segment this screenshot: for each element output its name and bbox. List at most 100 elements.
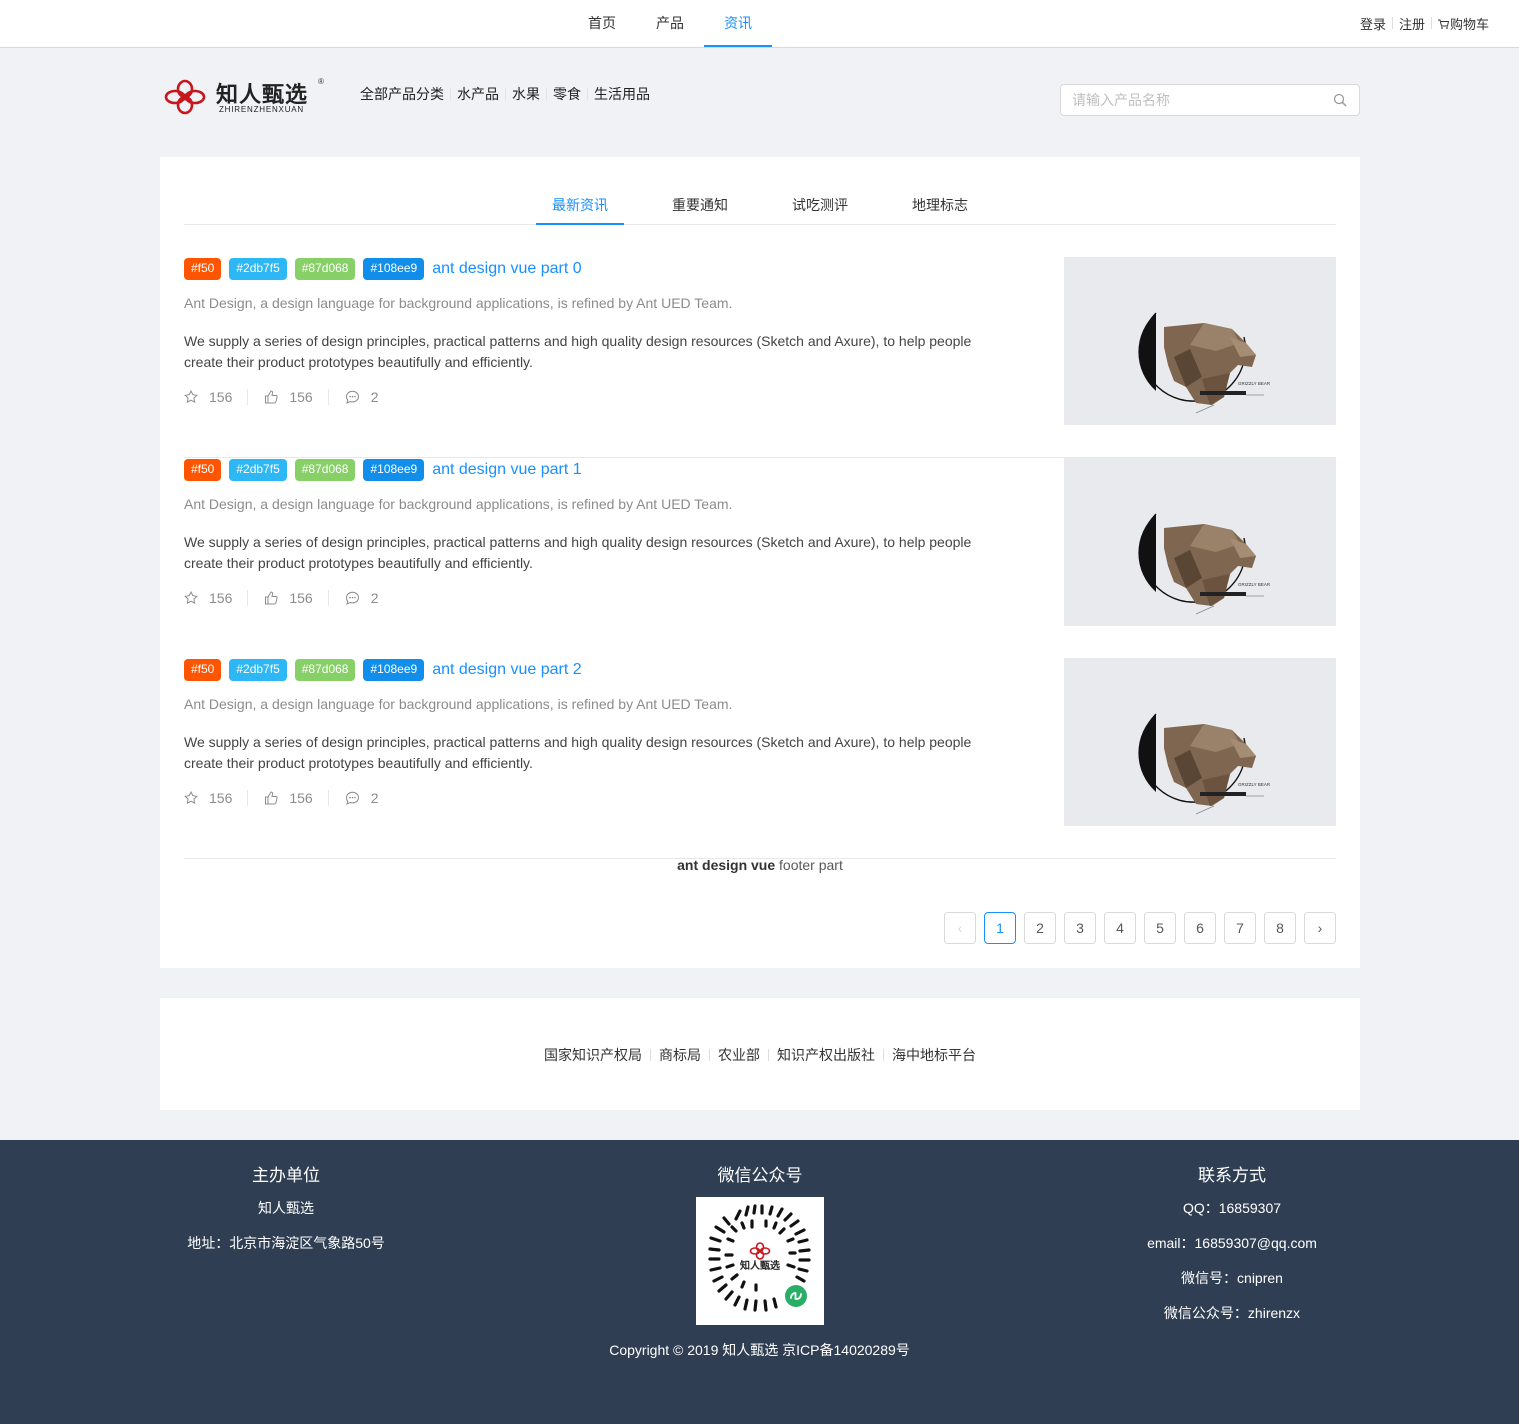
category-snacks[interactable]: 零食: [547, 84, 587, 104]
page-3[interactable]: 3: [1064, 912, 1096, 944]
article-title-link[interactable]: ant design vue part 1: [432, 461, 581, 479]
link-cnipa[interactable]: 国家知识产权局: [536, 1045, 650, 1065]
bear-caption: GRIZZLY BEAR: [1238, 381, 1271, 386]
article-actions: 156 156 2: [184, 590, 394, 606]
star-count: 156: [209, 790, 233, 806]
like-action[interactable]: 156: [247, 790, 327, 806]
article-description: Ant Design, a design language for backgr…: [184, 295, 733, 311]
comment-count: 2: [370, 790, 379, 806]
grizzly-bear-illustration: GRIZZLY BEAR: [1138, 513, 1271, 615]
star-action[interactable]: 156: [184, 389, 247, 405]
top-nav-products[interactable]: 产品: [636, 0, 704, 47]
page-5[interactable]: 5: [1144, 912, 1176, 944]
category-nav: 全部产品分类 水产品 水果 零食 生活用品: [354, 84, 656, 104]
contact-wechat-id: 微信号：cnipren: [1181, 1270, 1283, 1286]
like-icon: [265, 390, 279, 404]
brand-logo[interactable]: 知人甄选 ® ZHIRENZHENXUAN: [163, 75, 324, 115]
star-action[interactable]: 156: [184, 590, 247, 606]
like-action[interactable]: 156: [247, 590, 327, 606]
article-image[interactable]: GRIZZLY BEAR: [1064, 458, 1336, 626]
comment-icon: [345, 591, 359, 605]
page-2[interactable]: 2: [1024, 912, 1056, 944]
article-image[interactable]: GRIZZLY BEAR: [1064, 257, 1336, 425]
top-nav-news[interactable]: 资讯: [704, 0, 772, 47]
site-footer: 主办单位 知人甄选 地址：北京市海淀区气象路50号 微信公众号 知人甄选 联系方…: [0, 1140, 1519, 1424]
article-description: Ant Design, a design language for backgr…: [184, 696, 733, 712]
chevron-right-icon: ›: [1317, 920, 1323, 936]
cart-icon: [1437, 19, 1449, 29]
article-actions: 156 156 2: [184, 389, 394, 405]
tag-87d068: #87d068: [294, 258, 356, 280]
wechat-heading: 微信公众号: [717, 1166, 803, 1185]
tab-reviews[interactable]: 试吃测评: [792, 185, 848, 225]
link-geo-platform[interactable]: 海中地标平台: [884, 1045, 984, 1065]
article-title-row: #f50 #2db7f5 #87d068 #108ee9 ant design …: [184, 257, 582, 281]
login-link[interactable]: 登录: [1354, 14, 1392, 33]
article-item: #f50 #2db7f5 #87d068 #108ee9 ant design …: [184, 658, 1336, 859]
contact-heading: 联系方式: [1198, 1166, 1266, 1185]
article-item: #f50 #2db7f5 #87d068 #108ee9 ant design …: [184, 458, 1336, 659]
tag-108ee9: #108ee9: [363, 659, 425, 681]
article-item: #f50 #2db7f5 #87d068 #108ee9 ant design …: [184, 257, 1336, 458]
star-action[interactable]: 156: [184, 790, 247, 806]
comment-action[interactable]: 2: [327, 590, 394, 606]
category-all[interactable]: 全部产品分类: [354, 84, 450, 104]
category-seafood[interactable]: 水产品: [451, 84, 505, 104]
comment-icon: [345, 390, 359, 404]
list-footer: ant design vue footer part: [160, 857, 1360, 873]
friend-links-row: 国家知识产权局 商标局 农业部 知识产权出版社 海中地标平台: [160, 1045, 1360, 1065]
organizer-name: 知人甄选: [258, 1200, 314, 1216]
comment-count: 2: [370, 389, 379, 405]
article-image[interactable]: GRIZZLY BEAR: [1064, 658, 1336, 826]
link-trademark-office[interactable]: 商标局: [651, 1045, 709, 1065]
page-4[interactable]: 4: [1104, 912, 1136, 944]
comment-count: 2: [370, 590, 379, 606]
search-icon[interactable]: [1333, 93, 1347, 107]
register-link[interactable]: 注册: [1393, 14, 1431, 33]
link-ip-publishing[interactable]: 知识产权出版社: [769, 1045, 883, 1065]
like-icon: [265, 591, 279, 605]
star-icon: [184, 791, 198, 805]
tag-2db7f5: #2db7f5: [229, 459, 287, 481]
page-8[interactable]: 8: [1264, 912, 1296, 944]
article-title-link[interactable]: ant design vue part 2: [432, 661, 581, 679]
comment-icon: [345, 791, 359, 805]
comment-action[interactable]: 2: [327, 790, 394, 806]
chevron-left-icon: ‹: [957, 920, 963, 936]
page-1[interactable]: 1: [984, 912, 1016, 944]
like-count: 156: [289, 389, 313, 405]
article-content: We supply a series of design principles,…: [184, 534, 972, 571]
comment-action[interactable]: 2: [327, 389, 394, 405]
cart-link[interactable]: 购物车: [1432, 14, 1495, 33]
organizer-section: 主办单位 知人甄选 地址：北京市海淀区气象路50号: [166, 1166, 406, 1253]
page-6[interactable]: 6: [1184, 912, 1216, 944]
tab-notices[interactable]: 重要通知: [672, 185, 728, 225]
tag-2db7f5: #2db7f5: [229, 659, 287, 681]
next-page-button[interactable]: ›: [1304, 912, 1336, 944]
category-daily-goods[interactable]: 生活用品: [588, 84, 656, 104]
page-7[interactable]: 7: [1224, 912, 1256, 944]
star-count: 156: [209, 389, 233, 405]
article-title-link[interactable]: ant design vue part 0: [432, 260, 581, 278]
search-input[interactable]: [1061, 85, 1321, 115]
wechat-section: 微信公众号: [640, 1166, 880, 1186]
wechat-qr-code: 知人甄选: [696, 1197, 824, 1325]
tag-2db7f5: #2db7f5: [229, 258, 287, 280]
prev-page-button[interactable]: ‹: [944, 912, 976, 944]
news-tabs: 最新资讯 重要通知 试吃测评 地理标志: [184, 185, 1336, 225]
top-nav-home[interactable]: 首页: [568, 0, 636, 47]
article-title-row: #f50 #2db7f5 #87d068 #108ee9 ant design …: [184, 458, 582, 482]
tag-108ee9: #108ee9: [363, 258, 425, 280]
tag-f50: #f50: [184, 659, 222, 681]
list-footer-bold: ant design vue: [677, 857, 776, 873]
category-fruit[interactable]: 水果: [506, 84, 546, 104]
like-icon: [265, 791, 279, 805]
tab-latest-news[interactable]: 最新资讯: [536, 185, 624, 225]
link-agriculture-ministry[interactable]: 农业部: [710, 1045, 768, 1065]
tab-geo-marks[interactable]: 地理标志: [912, 185, 968, 225]
friend-links: 国家知识产权局 商标局 农业部 知识产权出版社 海中地标平台: [160, 998, 1360, 1110]
brand-name-en: ZHIRENZHENXUAN: [219, 105, 304, 114]
star-icon: [184, 390, 198, 404]
like-action[interactable]: 156: [247, 389, 327, 405]
contact-wechat-public: 微信公众号：zhirenzx: [1163, 1305, 1301, 1321]
